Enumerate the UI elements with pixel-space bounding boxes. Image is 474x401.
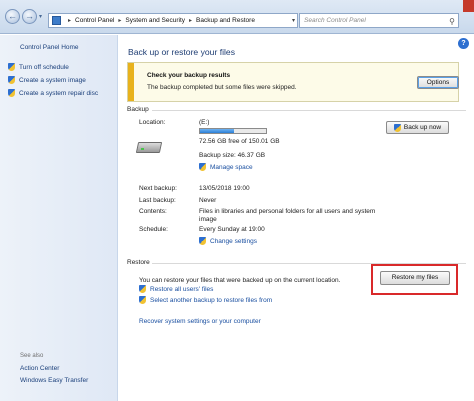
shield-icon	[199, 237, 206, 245]
see-also-heading: See also	[20, 353, 44, 359]
shield-icon	[199, 163, 206, 171]
schedule-label: Schedule:	[139, 226, 168, 233]
next-backup-value: 13/05/2018 19:00	[199, 185, 250, 192]
back-up-now-label: Back up now	[403, 124, 442, 131]
recover-system-link[interactable]: Recover system settings or your computer	[139, 318, 261, 325]
search-icon[interactable]: ⚲	[449, 15, 455, 28]
restore-all-users-label: Restore all users' files	[150, 285, 214, 293]
change-settings-label: Change settings	[210, 237, 257, 245]
page-title: Back up or restore your files	[128, 47, 235, 57]
next-backup-label: Next backup:	[139, 185, 177, 192]
arrow-right-icon: →	[25, 11, 34, 21]
manage-space-label: Manage space	[210, 163, 253, 171]
breadcrumb-system-security[interactable]: System and Security	[125, 17, 185, 24]
contents-value-line1: Files in libraries and personal folders …	[199, 208, 376, 215]
sidebar-item-action-center[interactable]: Action Center	[20, 365, 59, 372]
sidebar-item-label: Create a system image	[19, 76, 86, 84]
shield-icon	[8, 89, 15, 97]
select-another-backup-label: Select another backup to restore files f…	[150, 296, 273, 304]
shield-icon	[139, 296, 146, 304]
shield-icon	[393, 123, 401, 132]
notice-title: Check your backup results	[147, 72, 231, 79]
location-label: Location:	[139, 119, 166, 126]
back-button[interactable]: ←	[5, 9, 20, 24]
main-panel: ? Back up or restore your files Check yo…	[118, 35, 474, 401]
sidebar-item-create-system-image[interactable]: Create a system image	[8, 76, 86, 84]
help-icon[interactable]: ?	[458, 38, 469, 49]
divider	[152, 110, 466, 111]
arrow-left-icon: ←	[8, 11, 17, 21]
search-input[interactable]: Search Control Panel ⚲	[299, 13, 459, 28]
schedule-value: Every Sunday at 19:00	[199, 226, 265, 233]
notice-text: The backup completed but some files were…	[147, 84, 297, 91]
warning-bar	[128, 63, 134, 101]
change-settings-link[interactable]: Change settings	[199, 237, 257, 245]
recent-pages-dropdown[interactable]: ▾	[39, 13, 42, 20]
shield-icon	[8, 76, 15, 84]
sidebar-home-link[interactable]: Control Panel Home	[20, 44, 79, 51]
search-placeholder: Search Control Panel	[304, 17, 366, 24]
close-window-button[interactable]	[463, 0, 474, 12]
address-bar-area: ← → ▾ ▸ Control Panel ▸ System and Secur…	[0, 0, 474, 34]
breadcrumb-control-panel[interactable]: Control Panel	[75, 17, 114, 24]
restore-my-files-button[interactable]: Restore my files	[380, 271, 450, 285]
location-value: (E:)	[199, 119, 210, 126]
back-up-now-button[interactable]: Back up now	[386, 121, 449, 134]
sidebar: Control Panel Home Turn off schedule Cre…	[0, 35, 118, 401]
restore-all-users-link[interactable]: Restore all users' files	[139, 285, 213, 293]
last-backup-value: Never	[199, 197, 217, 204]
sidebar-item-create-repair-disc[interactable]: Create a system repair disc	[8, 89, 98, 97]
backup-size-text: Backup size: 46.37 GB	[199, 152, 266, 159]
options-button[interactable]: Options	[417, 76, 459, 89]
shield-icon	[8, 63, 15, 71]
forward-button[interactable]: →	[22, 9, 37, 24]
sidebar-item-turn-off-schedule[interactable]: Turn off schedule	[8, 63, 69, 71]
disk-usage-bar	[199, 128, 267, 134]
contents-value-line2: image	[199, 216, 217, 223]
backup-section-label: Backup	[127, 106, 149, 113]
shield-icon	[139, 285, 146, 293]
restore-section-label: Restore	[127, 259, 150, 266]
manage-space-link[interactable]: Manage space	[199, 163, 253, 171]
restore-description: You can restore your files that were bac…	[139, 277, 341, 284]
select-another-backup-link[interactable]: Select another backup to restore files f…	[139, 296, 272, 304]
backup-results-notice: Check your backup results The backup com…	[127, 62, 459, 102]
disk-usage-fill	[200, 129, 235, 133]
control-panel-icon	[52, 16, 61, 25]
chevron-right-icon[interactable]: ▸	[118, 17, 121, 24]
sidebar-item-easy-transfer[interactable]: Windows Easy Transfer	[20, 377, 88, 384]
chevron-right-icon[interactable]: ▸	[189, 17, 192, 24]
sidebar-item-label: Turn off schedule	[19, 63, 69, 71]
last-backup-label: Last backup:	[139, 197, 176, 204]
address-bar[interactable]: ▸ Control Panel ▸ System and Security ▸ …	[48, 13, 298, 28]
chevron-down-icon[interactable]: ▾	[292, 17, 295, 24]
chevron-right-icon[interactable]: ▸	[68, 17, 71, 24]
sidebar-item-label: Create a system repair disc	[19, 89, 99, 97]
contents-label: Contents:	[139, 208, 167, 215]
hard-drive-icon	[135, 139, 163, 154]
breadcrumb-backup-restore[interactable]: Backup and Restore	[196, 17, 255, 24]
free-space-text: 72.56 GB free of 150.01 GB	[199, 138, 280, 145]
